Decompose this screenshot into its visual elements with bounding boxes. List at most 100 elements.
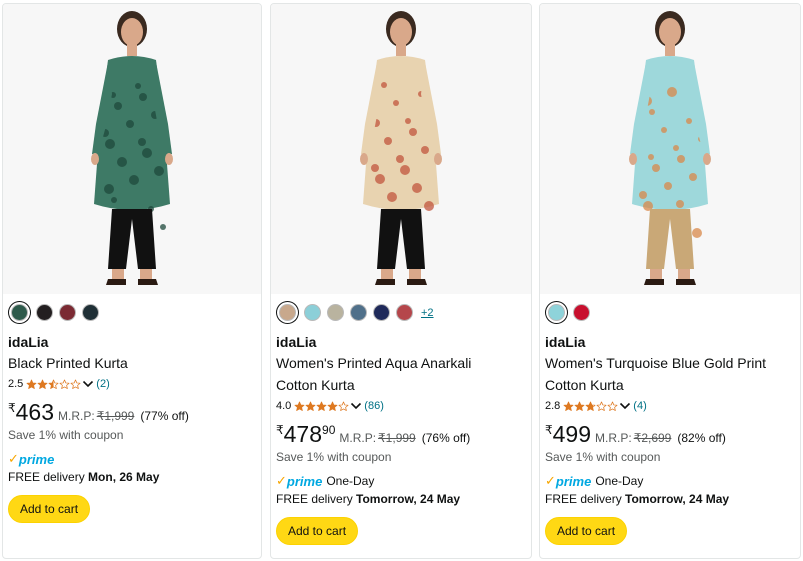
- star-rating[interactable]: [26, 379, 81, 390]
- product-image-area[interactable]: [271, 4, 531, 294]
- currency-symbol: ₹: [8, 401, 16, 415]
- coupon-text: Save 1% with coupon: [8, 428, 124, 442]
- color-swatch[interactable]: [82, 304, 99, 321]
- price-row[interactable]: ₹ 499 M.R.P: ₹2,699 (82% off): [545, 421, 794, 447]
- product-card[interactable]: idaLia Black Printed Kurta 2.5 (2) ₹ 463: [2, 3, 262, 559]
- mrp-label-text: M.R.P:: [58, 409, 95, 423]
- color-swatch[interactable]: [304, 304, 321, 321]
- price-fraction: 90: [322, 423, 336, 437]
- price-whole: 463: [15, 399, 55, 425]
- product-info: idaLia Black Printed Kurta 2.5 (2) ₹ 463: [8, 332, 255, 523]
- color-swatch[interactable]: [396, 304, 413, 321]
- delivery-info: FREE delivery Tomorrow, 24 May: [276, 490, 525, 508]
- chevron-down-icon[interactable]: [350, 401, 362, 411]
- prime-check-icon: ✓: [545, 473, 556, 488]
- price-whole: 478: [283, 421, 323, 447]
- prime-check-icon: ✓: [276, 473, 287, 488]
- color-swatch[interactable]: [373, 304, 390, 321]
- rating-value: 4.0: [276, 400, 292, 412]
- product-image[interactable]: [590, 4, 750, 294]
- one-day-label: One-Day: [595, 474, 644, 488]
- star-icon: [305, 401, 316, 411]
- star-icon: [574, 401, 585, 411]
- color-swatch[interactable]: [279, 304, 296, 321]
- color-swatch[interactable]: [548, 304, 565, 321]
- delivery-info: FREE delivery Mon, 26 May: [8, 468, 255, 486]
- product-title[interactable]: Women's Printed Aqua Anarkali: [276, 352, 525, 374]
- review-count-link[interactable]: (2): [96, 376, 109, 392]
- color-swatches: [546, 304, 590, 321]
- color-swatch[interactable]: [350, 304, 367, 321]
- color-swatches: [9, 304, 99, 321]
- review-count-link[interactable]: (86): [364, 398, 384, 414]
- product-title[interactable]: Women's Turquoise Blue Gold Print: [545, 352, 794, 374]
- delivery-date: Mon, 26 May: [88, 470, 160, 484]
- star-icon: [26, 379, 37, 389]
- product-card[interactable]: +2 idaLia Women's Printed Aqua Anarkali …: [270, 3, 532, 559]
- prime-row: ✓ prime: [8, 451, 255, 467]
- more-colors-link[interactable]: +2: [421, 307, 434, 319]
- product-image[interactable]: [52, 4, 212, 294]
- mrp-label: M.R.P: ₹1,999: [339, 431, 415, 445]
- mrp-value: ₹1,999: [96, 409, 135, 423]
- prime-logo: ✓ prime: [8, 451, 54, 467]
- delivery-date: Tomorrow, 24 May: [356, 492, 461, 506]
- prime-logo: ✓ prime: [276, 473, 322, 489]
- brand-name: idaLia: [276, 334, 317, 350]
- rating-value: 2.8: [545, 400, 561, 412]
- rating-row[interactable]: 2.5 (2): [8, 376, 255, 392]
- product-info: idaLia Women's Turquoise Blue Gold Print…: [545, 332, 794, 545]
- add-to-cart-button[interactable]: Add to cart: [276, 517, 359, 545]
- product-title-line2[interactable]: Cotton Kurta: [276, 374, 525, 396]
- one-day-label: One-Day: [326, 474, 375, 488]
- star-icon: [316, 401, 327, 411]
- price-row[interactable]: ₹ 478 90 M.R.P: ₹1,999 (76% off): [276, 421, 525, 447]
- delivery-date: Tomorrow, 24 May: [625, 492, 730, 506]
- chevron-down-icon[interactable]: [82, 379, 94, 389]
- mrp-label-text: M.R.P:: [339, 431, 377, 445]
- rating-row[interactable]: 4.0 (86): [276, 398, 525, 414]
- star-rating[interactable]: [294, 401, 349, 412]
- mrp-label: M.R.P: ₹2,699: [595, 431, 671, 445]
- star-rating[interactable]: [563, 401, 618, 412]
- product-image[interactable]: [321, 4, 481, 294]
- star-icon: [294, 401, 305, 411]
- color-swatches: +2: [277, 304, 434, 321]
- color-swatch[interactable]: [327, 304, 344, 321]
- brand-name: idaLia: [8, 334, 49, 350]
- product-card[interactable]: idaLia Women's Turquoise Blue Gold Print…: [539, 3, 801, 559]
- mrp-label-text: M.R.P:: [595, 431, 632, 445]
- chevron-down-icon[interactable]: [619, 401, 631, 411]
- star-icon: [59, 379, 70, 389]
- star-icon: [70, 379, 81, 389]
- star-icon: [563, 401, 574, 411]
- prime-label: prime: [555, 473, 592, 489]
- mrp-value: ₹1,999: [378, 431, 416, 445]
- color-swatch[interactable]: [59, 304, 76, 321]
- mrp-label: M.R.P: ₹1,999: [58, 409, 134, 423]
- brand-name: idaLia: [545, 334, 586, 350]
- add-to-cart-button[interactable]: Add to cart: [545, 517, 628, 545]
- product-image-area[interactable]: [3, 4, 261, 294]
- star-icon: [327, 401, 338, 411]
- price-row[interactable]: ₹ 463 M.R.P: ₹1,999 (77% off): [8, 399, 255, 425]
- color-swatch[interactable]: [11, 304, 28, 321]
- add-to-cart-button[interactable]: Add to cart: [8, 495, 91, 523]
- prime-label: prime: [18, 451, 55, 467]
- product-info: idaLia Women's Printed Aqua Anarkali Cot…: [276, 332, 525, 545]
- star-icon: [338, 401, 349, 411]
- product-image-area[interactable]: [540, 4, 800, 294]
- prime-logo: ✓ prime: [545, 473, 591, 489]
- review-count-link[interactable]: (4): [633, 398, 646, 414]
- discount-percent: (82% off): [677, 431, 726, 445]
- product-title[interactable]: Black Printed Kurta: [8, 352, 255, 374]
- prime-row: ✓ prime One-Day: [276, 473, 525, 489]
- product-title-line2[interactable]: Cotton Kurta: [545, 374, 794, 396]
- price-whole: 499: [552, 421, 592, 447]
- star-icon: [585, 401, 596, 411]
- rating-row[interactable]: 2.8 (4): [545, 398, 794, 414]
- coupon-text: Save 1% with coupon: [545, 450, 661, 464]
- coupon-text: Save 1% with coupon: [276, 450, 392, 464]
- color-swatch[interactable]: [573, 304, 590, 321]
- color-swatch[interactable]: [36, 304, 53, 321]
